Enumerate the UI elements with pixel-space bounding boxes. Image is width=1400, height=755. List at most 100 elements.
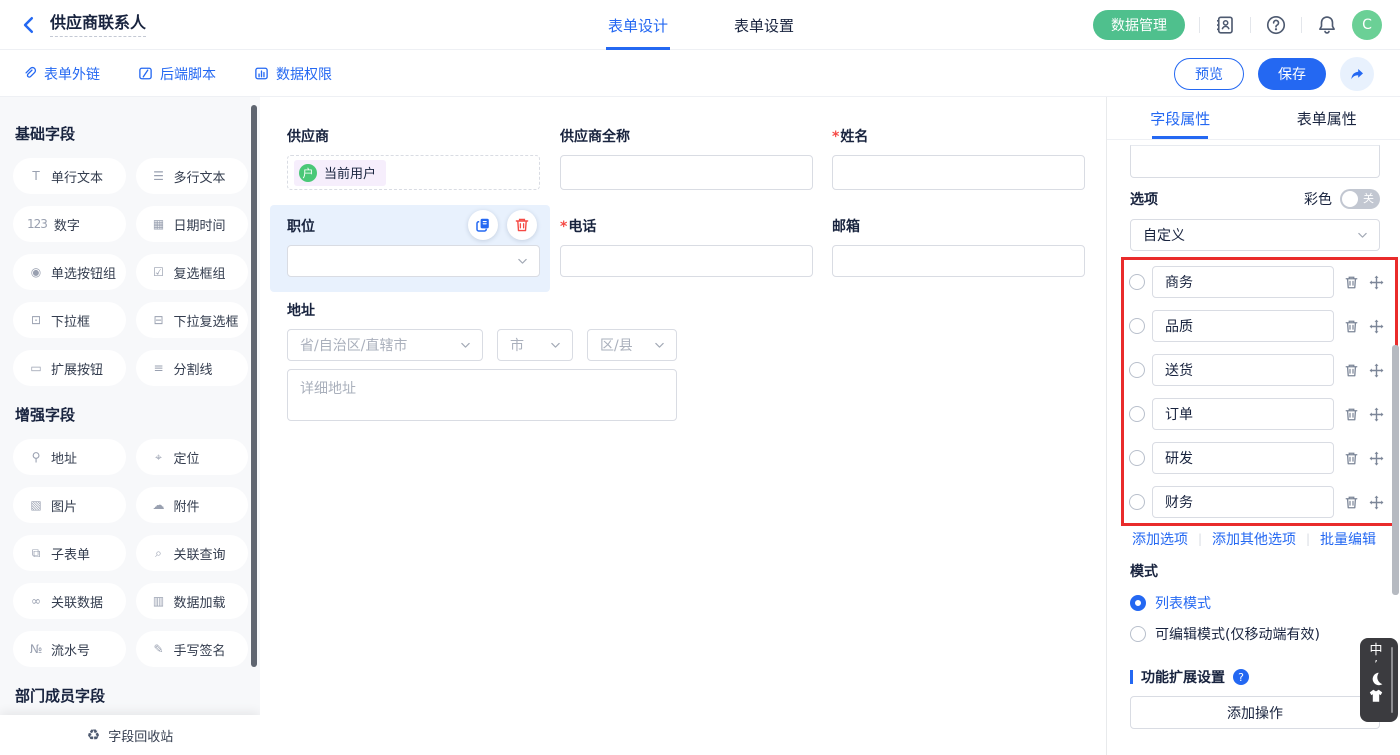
move-option-icon[interactable] bbox=[1369, 407, 1384, 422]
field-email[interactable]: 邮箱 bbox=[832, 218, 1085, 277]
option-radio-icon[interactable] bbox=[1129, 274, 1145, 290]
tab-form-properties[interactable]: 表单属性 bbox=[1254, 97, 1400, 139]
sidebar-field-item[interactable]: ☁ 附件 bbox=[136, 487, 249, 523]
data-permission-button[interactable]: 数据权限 bbox=[254, 50, 332, 97]
district-select[interactable]: 区/县 bbox=[587, 329, 677, 361]
option-value-input[interactable] bbox=[1152, 310, 1334, 342]
field-position-selected[interactable]: 职位 bbox=[270, 205, 550, 292]
option-value-input[interactable] bbox=[1152, 266, 1334, 298]
delete-option-icon[interactable] bbox=[1344, 363, 1359, 378]
phone-input[interactable] bbox=[560, 245, 813, 277]
sidebar-field-item[interactable]: ⌕ 关联查询 bbox=[136, 535, 249, 571]
field-phone[interactable]: *电话 bbox=[560, 218, 813, 277]
help-icon[interactable] bbox=[1265, 14, 1287, 36]
city-select[interactable]: 市 bbox=[497, 329, 573, 361]
option-value-input[interactable] bbox=[1152, 398, 1334, 430]
sidebar-field-item[interactable]: T 单行文本 bbox=[13, 158, 126, 194]
move-option-icon[interactable] bbox=[1369, 319, 1384, 334]
province-select[interactable]: 省/自治区/直辖市 bbox=[287, 329, 483, 361]
delete-option-icon[interactable] bbox=[1344, 407, 1359, 422]
ime-language-icon[interactable]: 中 bbox=[1367, 643, 1385, 659]
delete-option-icon[interactable] bbox=[1344, 319, 1359, 334]
move-option-icon[interactable] bbox=[1369, 451, 1384, 466]
extension-help-icon[interactable]: ? bbox=[1233, 669, 1249, 685]
sidebar-field-item[interactable]: ▧ 图片 bbox=[13, 487, 126, 523]
sidebar-field-item[interactable]: ∞ 关联数据 bbox=[13, 583, 126, 619]
add-action-button[interactable]: 添加操作 bbox=[1130, 696, 1380, 729]
color-toggle[interactable]: 关 bbox=[1340, 189, 1380, 209]
tab-field-properties[interactable]: 字段属性 bbox=[1107, 97, 1254, 139]
option-radio-icon[interactable] bbox=[1129, 406, 1145, 422]
sidebar-field-item[interactable]: ⊡ 下拉框 bbox=[13, 302, 126, 338]
ime-status-widget[interactable]: 中 ʼ bbox=[1360, 638, 1398, 722]
panel-scrollbar[interactable] bbox=[1392, 345, 1399, 595]
back-button[interactable] bbox=[18, 14, 40, 36]
field-supplier-fullname[interactable]: 供应商全称 bbox=[560, 128, 813, 190]
ime-punctuation-icon[interactable]: ʼ bbox=[1367, 660, 1385, 670]
data-manage-button[interactable]: 数据管理 bbox=[1093, 10, 1185, 40]
user-avatar[interactable]: C bbox=[1352, 10, 1382, 40]
section-accent-bar bbox=[1130, 670, 1133, 684]
field-recycle-bin[interactable]: ♻ 字段回收站 bbox=[0, 715, 260, 755]
email-input[interactable] bbox=[832, 245, 1085, 277]
name-input[interactable] bbox=[832, 155, 1085, 190]
preview-button[interactable]: 预览 bbox=[1174, 58, 1244, 90]
field-name[interactable]: *姓名 bbox=[832, 128, 1085, 190]
field-title-input[interactable] bbox=[1130, 145, 1380, 178]
notification-bell-icon[interactable] bbox=[1316, 14, 1338, 36]
delete-option-icon[interactable] bbox=[1344, 495, 1359, 510]
delete-option-icon[interactable] bbox=[1344, 275, 1359, 290]
save-button[interactable]: 保存 bbox=[1258, 58, 1326, 90]
move-option-icon[interactable] bbox=[1369, 275, 1384, 290]
supplier-input[interactable]: 户 当前用户 bbox=[287, 155, 540, 190]
moon-icon[interactable] bbox=[1368, 671, 1384, 687]
option-action-link[interactable]: 添加选项 bbox=[1132, 529, 1188, 549]
field-address[interactable]: 地址 省/自治区/直辖市 市 区/县 详细地址 bbox=[287, 302, 677, 421]
move-option-icon[interactable] bbox=[1369, 363, 1384, 378]
shirt-skin-icon[interactable] bbox=[1368, 688, 1384, 704]
position-select[interactable] bbox=[287, 245, 540, 277]
sidebar-field-item[interactable]: ☑ 复选框组 bbox=[136, 254, 249, 290]
delete-field-button[interactable] bbox=[507, 210, 537, 240]
tab-form-settings[interactable]: 表单设置 bbox=[734, 0, 794, 50]
sidebar-field-item[interactable]: ▭ 扩展按钮 bbox=[13, 350, 126, 386]
sidebar-field-item[interactable]: ✎ 手写签名 bbox=[136, 631, 249, 667]
sidebar-field-item[interactable]: ⊟ 下拉复选框 bbox=[136, 302, 249, 338]
mode-editable-radio[interactable]: 可编辑模式(仅移动端有效) bbox=[1130, 624, 1320, 644]
address-detail-textarea[interactable]: 详细地址 bbox=[287, 369, 677, 421]
move-option-icon[interactable] bbox=[1369, 495, 1384, 510]
option-value-input[interactable] bbox=[1152, 486, 1334, 518]
mode-list-radio[interactable]: 列表模式 bbox=[1130, 593, 1211, 613]
contacts-icon[interactable] bbox=[1214, 14, 1236, 36]
sidebar-field-item[interactable]: ▥ 数据加载 bbox=[136, 583, 249, 619]
delete-option-icon[interactable] bbox=[1344, 451, 1359, 466]
sidebar-field-item[interactable]: ⚲ 地址 bbox=[13, 439, 126, 475]
field-supplier[interactable]: 供应商 户 当前用户 bbox=[287, 128, 540, 190]
sidebar-field-item[interactable]: ⧉ 子表单 bbox=[13, 535, 126, 571]
option-radio-icon[interactable] bbox=[1129, 318, 1145, 334]
backend-script-button[interactable]: 后端脚本 bbox=[138, 50, 216, 97]
copy-field-button[interactable] bbox=[468, 210, 498, 240]
option-radio-icon[interactable] bbox=[1129, 450, 1145, 466]
sidebar-field-item[interactable]: ≡ 分割线 bbox=[136, 350, 249, 386]
sidebar-field-item[interactable]: ◉ 单选按钮组 bbox=[13, 254, 126, 290]
sidebar-scrollbar[interactable] bbox=[251, 105, 257, 667]
option-radio-icon[interactable] bbox=[1129, 494, 1145, 510]
divider bbox=[1301, 17, 1302, 33]
option-value-input[interactable] bbox=[1152, 354, 1334, 386]
option-action-link[interactable]: 添加其他选项 bbox=[1212, 529, 1296, 549]
supplier-fullname-input[interactable] bbox=[560, 155, 813, 190]
option-radio-icon[interactable] bbox=[1129, 362, 1145, 378]
sidebar-field-item[interactable]: ▦ 日期时间 bbox=[136, 206, 249, 242]
share-button[interactable] bbox=[1340, 57, 1374, 91]
sidebar-field-item[interactable]: 123 数字 bbox=[13, 206, 126, 242]
sidebar-field-item[interactable]: ⌖ 定位 bbox=[136, 439, 249, 475]
sidebar-field-item[interactable]: ☰ 多行文本 bbox=[136, 158, 249, 194]
option-row bbox=[1129, 354, 1400, 386]
option-source-select[interactable]: 自定义 bbox=[1130, 219, 1380, 251]
tab-form-design[interactable]: 表单设计 bbox=[608, 0, 668, 50]
option-value-input[interactable] bbox=[1152, 442, 1334, 474]
form-external-link-button[interactable]: 表单外链 bbox=[22, 50, 100, 97]
sidebar-field-item[interactable]: № 流水号 bbox=[13, 631, 126, 667]
option-action-link[interactable]: 批量编辑 bbox=[1320, 529, 1376, 549]
